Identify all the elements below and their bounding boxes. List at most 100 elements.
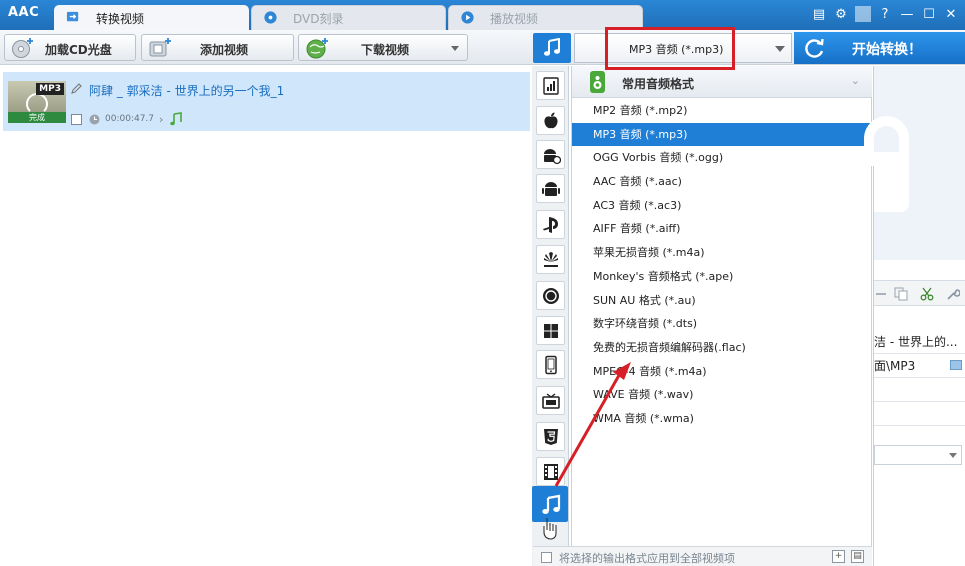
selected-format-label: MP3 音频 (*.mp3) — [629, 43, 724, 56]
format-option[interactable]: 数字环绕音频 (*.dts) — [572, 312, 872, 336]
chevron-down-icon[interactable]: ⌄ — [851, 74, 860, 87]
tab-label: 转换视频 — [96, 12, 145, 26]
category-huawei[interactable] — [536, 245, 565, 274]
lock-icon — [874, 152, 909, 212]
category-windows[interactable] — [536, 316, 565, 345]
close-icon[interactable]: ✕ — [943, 6, 959, 22]
phone-icon — [545, 355, 557, 375]
tab-convert-video[interactable]: 转换视频 — [54, 5, 249, 30]
music-note-icon[interactable] — [169, 112, 183, 126]
format-option[interactable]: 免费的无损音频编解码器(.flac) — [572, 336, 872, 360]
list-item[interactable]: MP3 完成 阿肆 _ 郭采洁 - 世界上的另一个我_1 00:00:47.7 … — [3, 72, 530, 131]
format-option[interactable]: Monkey's 音频格式 (*.ape) — [572, 265, 872, 289]
clock-icon — [89, 114, 100, 125]
category-lg[interactable] — [536, 281, 565, 310]
category-android-settings[interactable] — [536, 140, 565, 169]
format-option[interactable]: AIFF 音频 (*.aiff) — [572, 217, 872, 241]
property-title-value: 洁 - 世界上的... — [874, 335, 958, 349]
add-video-label: 添加视频 — [200, 43, 249, 57]
help-icon[interactable]: ? — [877, 6, 893, 22]
film-add-icon — [149, 38, 171, 57]
format-group-header[interactable]: 常用音频格式 ⌄ — [572, 66, 872, 98]
property-row — [874, 402, 965, 426]
window-controls: ▤ ⚙ ? — ☐ ✕ — [811, 6, 959, 22]
format-option[interactable]: SUN AU 格式 (*.au) — [572, 289, 872, 313]
film-icon — [544, 464, 558, 480]
property-select[interactable] — [874, 445, 962, 465]
apply-all-footer: 将选择的输出格式应用到全部视频项 + ▤ — [533, 546, 872, 566]
chevron-down-icon — [949, 453, 957, 458]
format-option[interactable]: MPEG-4 音频 (*.m4a) — [572, 360, 872, 384]
folder-icon[interactable] — [950, 360, 962, 370]
download-video-label: 下载视频 — [361, 43, 410, 57]
disc-icon — [264, 11, 277, 24]
output-format-select[interactable]: MP3 音频 (*.mp3) — [574, 33, 792, 63]
menu-icon[interactable]: ▤ — [811, 6, 827, 22]
category-tv[interactable] — [536, 386, 565, 415]
status-badge: 完成 — [8, 112, 66, 123]
cd-add-icon — [12, 38, 33, 58]
format-option[interactable]: WMA 音频 (*.wma) — [572, 407, 872, 431]
format-category-sidebar — [532, 66, 569, 566]
tab-background — [251, 5, 446, 30]
load-cd-label: 加载CD光盘 — [45, 43, 112, 57]
music-note-icon — [544, 38, 560, 56]
category-apple[interactable] — [536, 106, 565, 135]
format-option[interactable]: WAVE 音频 (*.wav) — [572, 383, 872, 407]
format-badge: MP3 — [36, 83, 64, 95]
property-row — [874, 378, 965, 402]
format-option-selected[interactable]: MP3 音频 (*.mp3) — [572, 122, 872, 147]
tv-icon — [542, 393, 560, 409]
category-audio-bars[interactable] — [536, 71, 565, 100]
pencil-icon[interactable] — [70, 82, 83, 95]
category-android[interactable] — [536, 174, 565, 203]
lg-icon — [543, 288, 559, 304]
maximize-icon[interactable]: ☐ — [921, 6, 937, 22]
format-option[interactable]: MP2 音频 (*.mp2) — [572, 99, 872, 123]
download-video-button[interactable]: 下载视频 — [298, 34, 468, 61]
format-option[interactable]: AC3 音频 (*.ac3) — [572, 194, 872, 218]
minimize-icon[interactable]: — — [899, 6, 915, 22]
format-dropdown-panel: 常用音频格式 ⌄ MP2 音频 (*.mp2) MP3 音频 (*.mp3) O… — [533, 66, 872, 566]
wrench-icon[interactable] — [946, 287, 960, 301]
category-music[interactable] — [532, 486, 568, 522]
format-category-button[interactable] — [533, 33, 571, 63]
format-option[interactable]: OGG Vorbis 音频 (*.ogg) — [572, 146, 872, 170]
tab-background — [448, 5, 643, 30]
file-title[interactable]: 阿肆 _ 郭采洁 - 世界上的另一个我_1 — [89, 82, 284, 99]
category-phone[interactable] — [536, 350, 565, 379]
properties-panel: 洁 - 世界上的... 面\MP3 — [864, 66, 965, 566]
tab-play-video[interactable]: 播放视频 — [448, 5, 643, 30]
format-option[interactable]: 苹果无损音频 (*.m4a) — [572, 241, 872, 265]
properties-toolbar — [874, 280, 965, 306]
format-group-title: 常用音频格式 — [622, 77, 695, 91]
add-video-button[interactable]: 添加视频 — [141, 34, 294, 61]
format-option[interactable]: AAC 音频 (*.aac) — [572, 170, 872, 194]
refresh-icon — [805, 38, 824, 58]
add-preset-button[interactable]: + — [832, 550, 845, 563]
windows-icon — [544, 324, 558, 338]
scissors-icon[interactable] — [920, 287, 934, 301]
category-html5[interactable] — [536, 422, 565, 451]
start-convert-button[interactable]: 开始转换！ — [794, 32, 965, 64]
category-film[interactable] — [536, 457, 565, 486]
tab-label: 播放视频 — [490, 12, 539, 26]
property-title-row[interactable]: 洁 - 世界上的... — [874, 330, 965, 354]
file-list: MP3 完成 阿肆 _ 郭采洁 - 世界上的另一个我_1 00:00:47.7 … — [0, 66, 530, 566]
load-cd-button[interactable]: 加载CD光盘 — [4, 34, 136, 61]
minus-icon[interactable] — [876, 293, 886, 295]
category-playstation[interactable] — [536, 210, 565, 239]
tab-dvd-burn[interactable]: DVD刻录 — [251, 5, 446, 30]
property-path-value: 面\MP3 — [874, 359, 916, 373]
property-path-row[interactable]: 面\MP3 — [874, 354, 965, 378]
android-gear-icon — [544, 149, 561, 165]
settings-icon[interactable]: ⚙ — [833, 6, 849, 22]
chevron-right-icon[interactable]: › — [159, 113, 163, 126]
file-checkbox[interactable] — [71, 114, 82, 125]
save-preset-button[interactable]: ▤ — [851, 550, 864, 563]
copy-icon[interactable] — [894, 287, 908, 301]
apply-all-label[interactable]: 将选择的输出格式应用到全部视频项 — [559, 550, 735, 566]
play-icon — [461, 11, 474, 24]
apply-all-checkbox[interactable] — [541, 552, 552, 563]
playstation-icon — [543, 217, 558, 233]
